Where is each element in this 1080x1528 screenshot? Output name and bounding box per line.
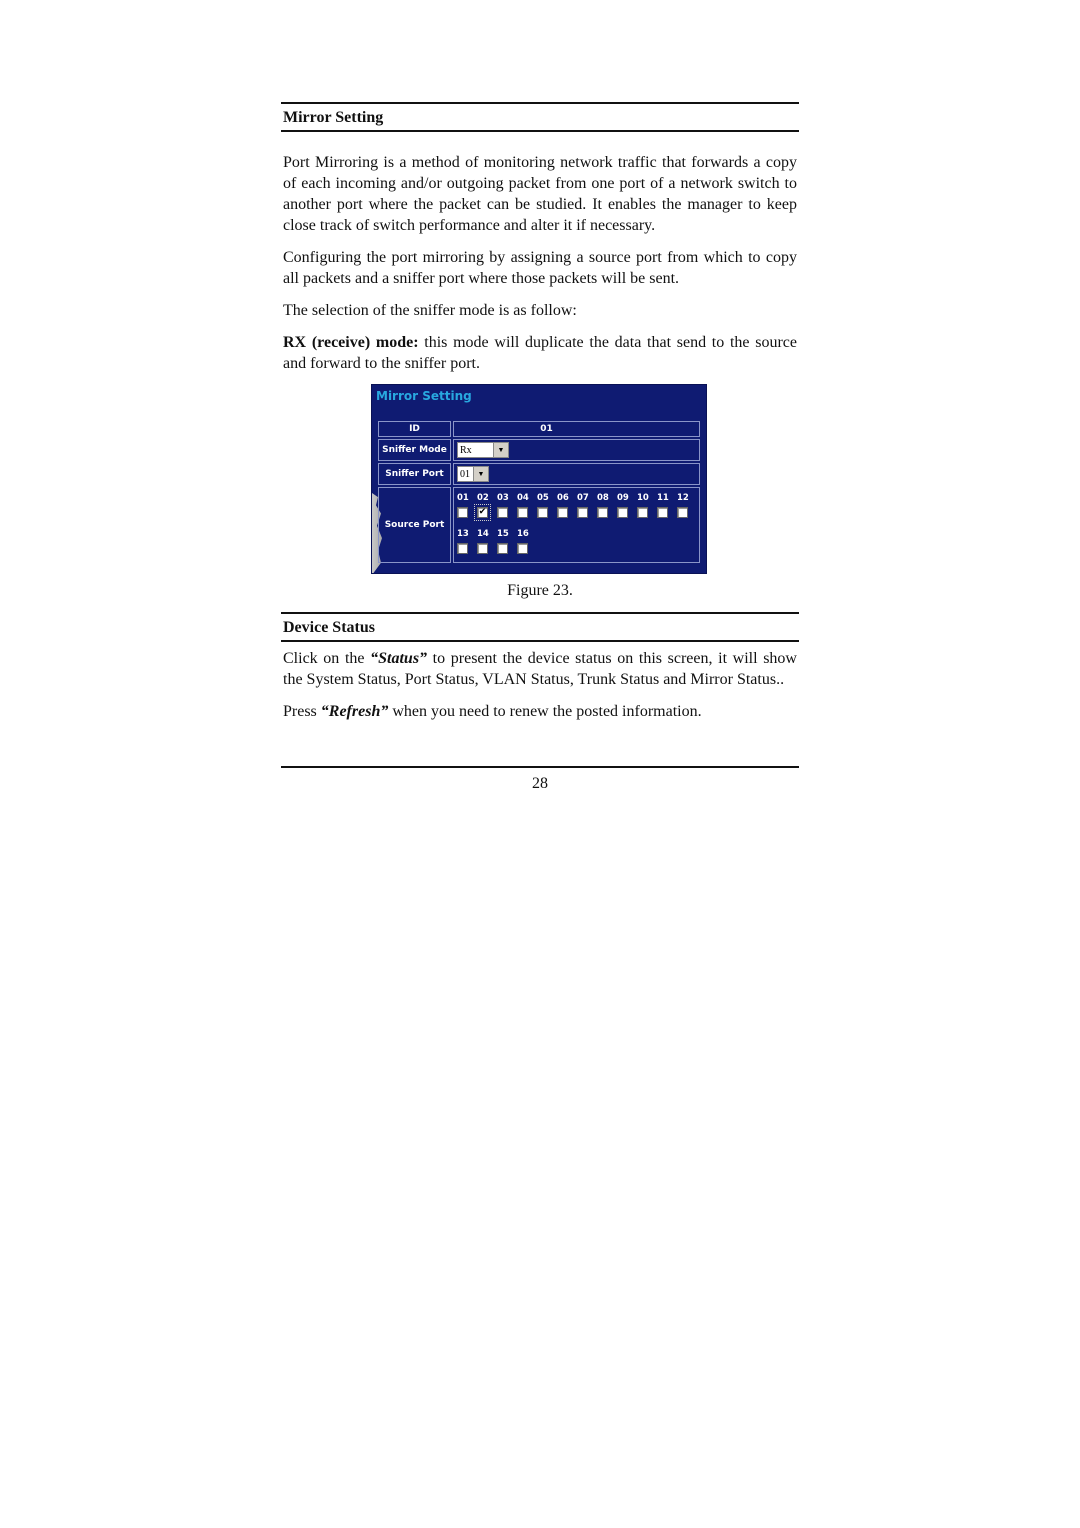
- source-port-row-2: 13 14 15 16: [457, 528, 697, 564]
- source-port-checkbox-wrap: [457, 507, 477, 528]
- sniffer-port-select[interactable]: 01 ▼: [457, 466, 489, 482]
- sniffer-mode-label: Sniffer Mode: [378, 439, 451, 461]
- source-port-number: 12: [677, 493, 689, 503]
- mirror-setting-screenshot: Mirror Setting ID 01 Sniffer Mode Rx ▼ S…: [371, 384, 707, 574]
- source-port-checkbox-wrap: [537, 507, 557, 528]
- source-port-number: 10: [637, 493, 649, 503]
- source-port-number: 08: [597, 493, 609, 503]
- sniffer-port-label: Sniffer Port: [378, 463, 451, 485]
- id-label: ID: [378, 421, 451, 437]
- source-port-checkbox[interactable]: [497, 543, 508, 554]
- sniffer-port-cell: 01 ▼: [453, 463, 700, 485]
- source-port-checkbox[interactable]: [637, 507, 648, 518]
- source-port-checkbox[interactable]: [617, 507, 628, 518]
- source-port-number: 04: [517, 493, 529, 503]
- source-port-checkbox[interactable]: [457, 507, 468, 518]
- row-sniffer-port: Sniffer Port 01 ▼: [378, 463, 700, 485]
- source-port-number: 16: [517, 529, 529, 539]
- source-port-checkbox[interactable]: [577, 507, 588, 518]
- page-number: 28: [532, 775, 548, 792]
- figure-caption: Figure 23.: [507, 582, 573, 599]
- source-port-checkbox[interactable]: ✔: [474, 504, 491, 521]
- paragraph-refresh: Press “Refresh” when you need to renew t…: [281, 701, 799, 722]
- source-port-checkbox-wrap: [637, 507, 657, 528]
- source-port-checkbox[interactable]: [517, 543, 528, 554]
- paragraph-port-mirroring: Port Mirroring is a method of monitoring…: [283, 154, 797, 234]
- text: Click on the: [283, 650, 371, 667]
- sniffer-port-value: 01: [460, 468, 470, 480]
- source-port-number: 01: [457, 493, 469, 503]
- section-heading-device-status: Device Status: [283, 619, 375, 636]
- figure-panel-title: Mirror Setting: [376, 389, 472, 403]
- source-port-list: 01 02 ✔ 03 04 05 06 07 08 09 10 11 12 13 14 15 16: [454, 488, 697, 564]
- chevron-down-icon[interactable]: ▼: [473, 467, 488, 481]
- footer-rule: [281, 766, 799, 768]
- source-port-cell: 01 02 ✔ 03 04 05 06 07 08 09 10 11 12 13 14 15 16: [453, 487, 700, 563]
- text: when you need to renew the posted inform…: [388, 703, 702, 720]
- chevron-down-icon[interactable]: ▼: [493, 443, 508, 457]
- source-port-number: 09: [617, 493, 629, 503]
- source-port-number: 11: [657, 493, 669, 503]
- sniffer-mode-select[interactable]: Rx ▼: [457, 442, 509, 458]
- source-port-checkbox[interactable]: [657, 507, 668, 518]
- source-port-checkbox-wrap: [497, 543, 517, 564]
- source-port-number: 06: [557, 493, 569, 503]
- source-port-number: 05: [537, 493, 549, 503]
- source-port-checkbox-wrap: [657, 507, 677, 528]
- source-port-checkbox-wrap: ✔: [474, 504, 497, 528]
- source-port-checkbox-wrap: [557, 507, 577, 528]
- source-port-number: 07: [577, 493, 589, 503]
- source-port-checkbox[interactable]: [457, 543, 468, 554]
- source-port-checkbox-wrap: [517, 507, 537, 528]
- rx-mode-label: RX (receive) mode:: [283, 334, 419, 351]
- source-port-checkbox[interactable]: [497, 507, 508, 518]
- source-port-checkbox[interactable]: [557, 507, 568, 518]
- source-port-number: 13: [457, 529, 469, 539]
- status-keyword: “Status”: [370, 650, 428, 667]
- source-port-checkbox-wrap: [617, 507, 637, 528]
- sniffer-mode-cell: Rx ▼: [453, 439, 700, 461]
- mirror-setting-table: ID 01 Sniffer Mode Rx ▼ Sniffer Port 01 …: [378, 421, 700, 565]
- source-port-number: 14: [477, 529, 489, 539]
- source-port-number: 15: [497, 529, 509, 539]
- paragraph-selection: The selection of the sniffer mode is as …: [283, 302, 577, 319]
- source-port-checkbox[interactable]: [477, 543, 488, 554]
- sniffer-mode-value: Rx: [460, 444, 472, 456]
- source-port-checkbox-wrap: [517, 543, 537, 564]
- row-id: ID 01: [378, 421, 700, 437]
- paragraph-status: Click on the “Status” to present the dev…: [281, 648, 799, 690]
- source-port-checkbox-wrap: [577, 507, 597, 528]
- row-sniffer-mode: Sniffer Mode Rx ▼: [378, 439, 700, 461]
- refresh-keyword: “Refresh”: [320, 703, 389, 720]
- source-port-checkbox[interactable]: [517, 507, 528, 518]
- paragraph-configuring: Configuring the port mirroring by assign…: [283, 249, 797, 287]
- source-port-label: Source Port: [378, 487, 451, 563]
- source-port-number: 02: [477, 493, 489, 503]
- source-port-checkbox-wrap: [477, 543, 497, 564]
- source-port-checkbox[interactable]: [597, 507, 608, 518]
- source-port-number: 03: [497, 493, 509, 503]
- id-value: 01: [453, 421, 700, 437]
- source-port-checkbox[interactable]: [677, 507, 688, 518]
- source-port-checkbox-wrap: [677, 507, 697, 528]
- source-port-checkbox[interactable]: [537, 507, 548, 518]
- row-source-port: Source Port 01 02 ✔ 03 04 05 06 07 08 09 10 11 12 13…: [378, 487, 700, 563]
- source-port-checkbox-wrap: [457, 543, 477, 564]
- source-port-row-1: 01 02 ✔ 03 04 05 06 07 08 09 10 11 12: [457, 492, 697, 528]
- text: Press: [283, 703, 321, 720]
- source-port-checkbox-wrap: [597, 507, 617, 528]
- paragraph-rx-mode: RX (receive) mode: this mode will duplic…: [281, 332, 799, 374]
- source-port-checkbox-wrap: [497, 507, 517, 528]
- figure-container: Mirror Setting ID 01 Sniffer Mode Rx ▼ S…: [281, 384, 799, 574]
- document-page: Mirror Setting Port Mirroring is a metho…: [281, 102, 799, 793]
- section-heading-mirror-setting: Mirror Setting: [283, 109, 384, 126]
